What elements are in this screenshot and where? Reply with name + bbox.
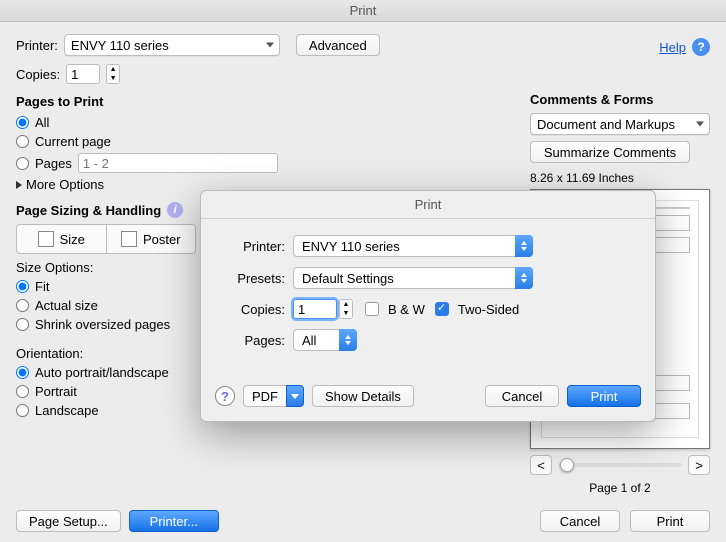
preview-page-info: Page 1 of 2 bbox=[530, 481, 710, 495]
comments-select[interactable]: Document and Markups bbox=[530, 113, 710, 135]
printer-dialog-button[interactable]: Printer... bbox=[129, 510, 219, 532]
copies-label: Copies: bbox=[16, 67, 60, 82]
comments-forms-title: Comments & Forms bbox=[530, 92, 710, 107]
dialog-print-button[interactable]: Print bbox=[567, 385, 641, 407]
radio-fit[interactable] bbox=[16, 280, 29, 293]
dialog-twosided-label: Two-Sided bbox=[458, 302, 519, 317]
radio-landscape-label: Landscape bbox=[35, 403, 99, 418]
sizing-segmented-control[interactable]: Size Poster bbox=[16, 224, 196, 254]
radio-actual-label: Actual size bbox=[35, 298, 98, 313]
preview-next-button[interactable]: > bbox=[688, 455, 710, 475]
disclosure-triangle-icon bbox=[16, 181, 22, 189]
sizing-handling-title: Page Sizing & Handling bbox=[16, 203, 161, 218]
radio-shrink-label: Shrink oversized pages bbox=[35, 317, 170, 332]
radio-portrait[interactable] bbox=[16, 385, 29, 398]
dialog-help-icon[interactable]: ? bbox=[215, 386, 235, 406]
poster-icon bbox=[121, 231, 137, 247]
radio-current[interactable] bbox=[16, 135, 29, 148]
dialog-title: Print bbox=[201, 191, 655, 219]
dialog-copies-label: Copies: bbox=[221, 302, 293, 317]
dialog-bw-label: B & W bbox=[388, 302, 425, 317]
radio-auto-orient[interactable] bbox=[16, 366, 29, 379]
dialog-printer-select[interactable]: ENVY 110 series bbox=[293, 235, 533, 257]
dialog-show-details-button[interactable]: Show Details bbox=[312, 385, 414, 407]
radio-portrait-label: Portrait bbox=[35, 384, 77, 399]
preview-prev-button[interactable]: < bbox=[530, 455, 552, 475]
copies-input[interactable] bbox=[66, 64, 100, 84]
radio-pages[interactable] bbox=[16, 157, 29, 170]
pages-range-input[interactable] bbox=[78, 153, 278, 173]
dialog-pages-select[interactable]: All bbox=[293, 329, 357, 351]
radio-all-label: All bbox=[35, 115, 49, 130]
dialog-pdf-label: PDF bbox=[243, 385, 286, 407]
dialog-twosided-checkbox[interactable] bbox=[435, 302, 449, 316]
advanced-button[interactable]: Advanced bbox=[296, 34, 380, 56]
radio-actual[interactable] bbox=[16, 299, 29, 312]
radio-landscape[interactable] bbox=[16, 404, 29, 417]
chevron-down-icon bbox=[286, 385, 304, 407]
cancel-button[interactable]: Cancel bbox=[540, 510, 620, 532]
radio-pages-label: Pages bbox=[35, 156, 72, 171]
dialog-bw-checkbox[interactable] bbox=[365, 302, 379, 316]
more-options-label: More Options bbox=[26, 177, 104, 192]
radio-fit-label: Fit bbox=[35, 279, 49, 294]
print-button[interactable]: Print bbox=[630, 510, 710, 532]
radio-auto-label: Auto portrait/landscape bbox=[35, 365, 169, 380]
info-icon[interactable]: i bbox=[167, 202, 183, 218]
dialog-pdf-menu[interactable]: PDF bbox=[243, 385, 304, 407]
radio-all[interactable] bbox=[16, 116, 29, 129]
dialog-presets-select[interactable]: Default Settings bbox=[293, 267, 533, 289]
radio-current-label: Current page bbox=[35, 134, 111, 149]
radio-shrink[interactable] bbox=[16, 318, 29, 331]
preview-slider[interactable] bbox=[558, 463, 682, 467]
seg-size-label: Size bbox=[60, 232, 85, 247]
page-setup-button[interactable]: Page Setup... bbox=[16, 510, 121, 532]
size-icon bbox=[38, 231, 54, 247]
seg-poster-label: Poster bbox=[143, 232, 181, 247]
dialog-printer-label: Printer: bbox=[221, 239, 293, 254]
system-print-dialog: Print Printer: ENVY 110 series Presets: … bbox=[200, 190, 656, 422]
printer-select[interactable]: ENVY 110 series bbox=[64, 34, 280, 56]
dialog-pages-label: Pages: bbox=[221, 333, 293, 348]
preview-dimensions: 8.26 x 11.69 Inches bbox=[530, 171, 710, 185]
dialog-copies-input[interactable] bbox=[293, 299, 337, 319]
dialog-cancel-button[interactable]: Cancel bbox=[485, 385, 559, 407]
dialog-copies-stepper[interactable]: ▲▼ bbox=[339, 299, 353, 319]
copies-stepper[interactable]: ▲▼ bbox=[106, 64, 120, 84]
summarize-comments-button[interactable]: Summarize Comments bbox=[530, 141, 690, 163]
dialog-presets-label: Presets: bbox=[221, 271, 293, 286]
window-titlebar: Print bbox=[0, 0, 726, 22]
printer-label: Printer: bbox=[16, 38, 58, 53]
